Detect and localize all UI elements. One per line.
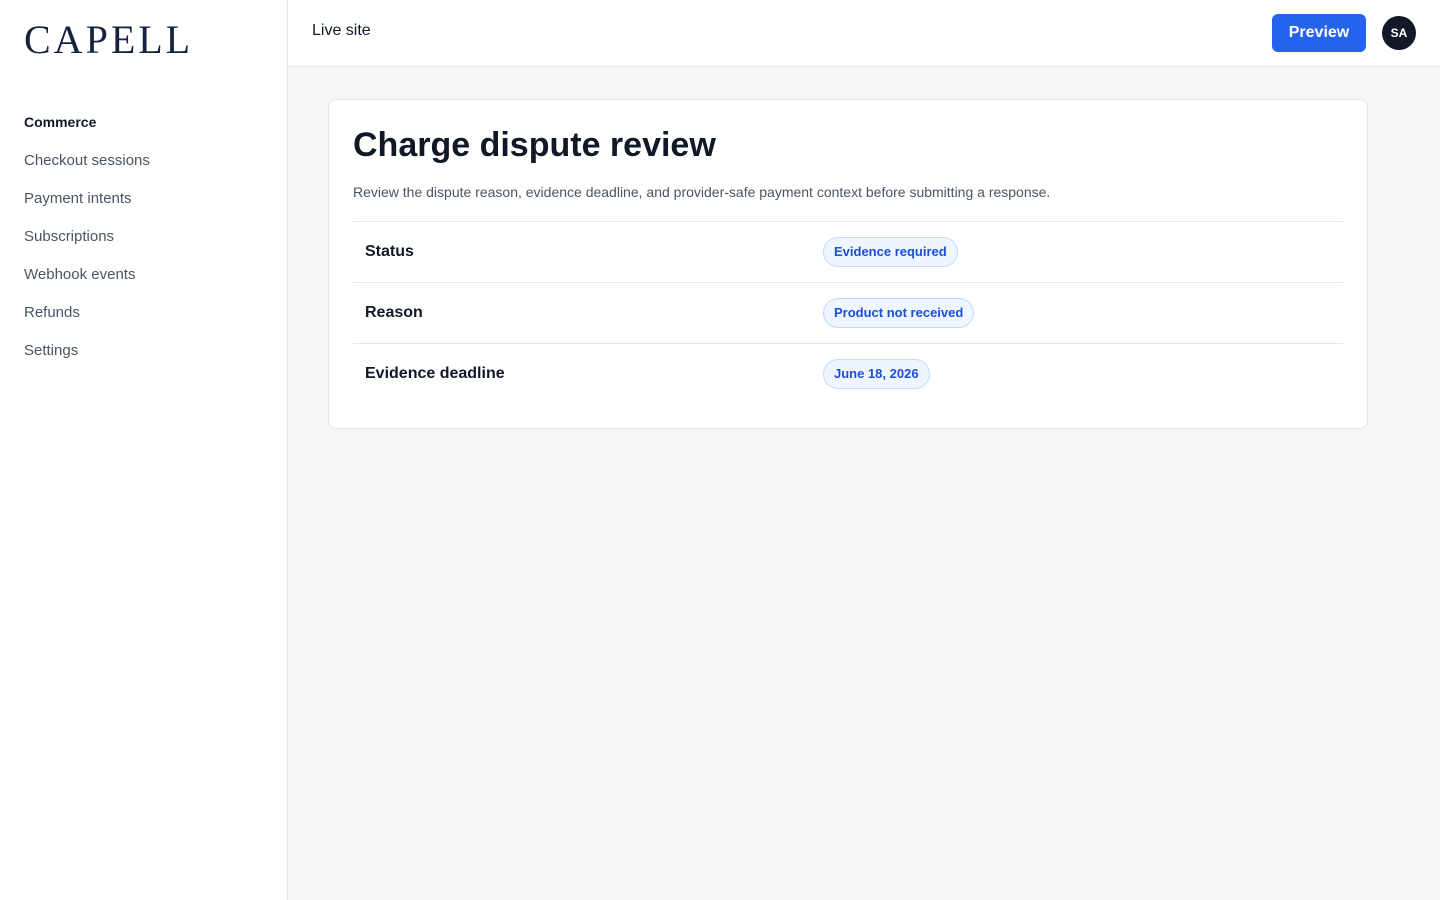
sidebar: CAPELL Commerce Checkout sessions Paymen…	[0, 0, 288, 900]
sidebar-item-settings[interactable]: Settings	[24, 340, 150, 378]
detail-list: Status Evidence required Reason Product …	[353, 221, 1343, 404]
nav-section-commerce: Commerce	[24, 114, 97, 130]
sidebar-item-subscriptions[interactable]: Subscriptions	[24, 226, 150, 264]
dispute-card: Charge dispute review Review the dispute…	[328, 99, 1368, 429]
reason-badge: Product not received	[823, 298, 975, 328]
avatar[interactable]: SA	[1382, 16, 1416, 50]
detail-row-status: Status Evidence required	[353, 221, 1343, 282]
detail-label: Evidence deadline	[365, 365, 505, 382]
detail-label: Status	[365, 243, 414, 260]
deadline-badge: June 18, 2026	[823, 359, 930, 389]
sidebar-item-payment-intents[interactable]: Payment intents	[24, 188, 150, 226]
page-title: Charge dispute review	[353, 126, 716, 164]
status-badge: Evidence required	[823, 237, 958, 267]
top-bar: Live site Preview SA	[288, 0, 1440, 67]
sidebar-item-refunds[interactable]: Refunds	[24, 302, 150, 340]
page-description: Review the dispute reason, evidence dead…	[353, 184, 1051, 200]
detail-row-deadline: Evidence deadline June 18, 2026	[353, 343, 1343, 404]
sidebar-nav: Checkout sessions Payment intents Subscr…	[24, 150, 150, 378]
site-label: Live site	[312, 22, 371, 39]
sidebar-item-webhook-events[interactable]: Webhook events	[24, 264, 150, 302]
detail-row-reason: Reason Product not received	[353, 282, 1343, 343]
detail-label: Reason	[365, 304, 423, 321]
preview-button[interactable]: Preview	[1272, 14, 1366, 52]
sidebar-item-checkout-sessions[interactable]: Checkout sessions	[24, 150, 150, 188]
brand-logo[interactable]: CAPELL	[24, 18, 193, 62]
